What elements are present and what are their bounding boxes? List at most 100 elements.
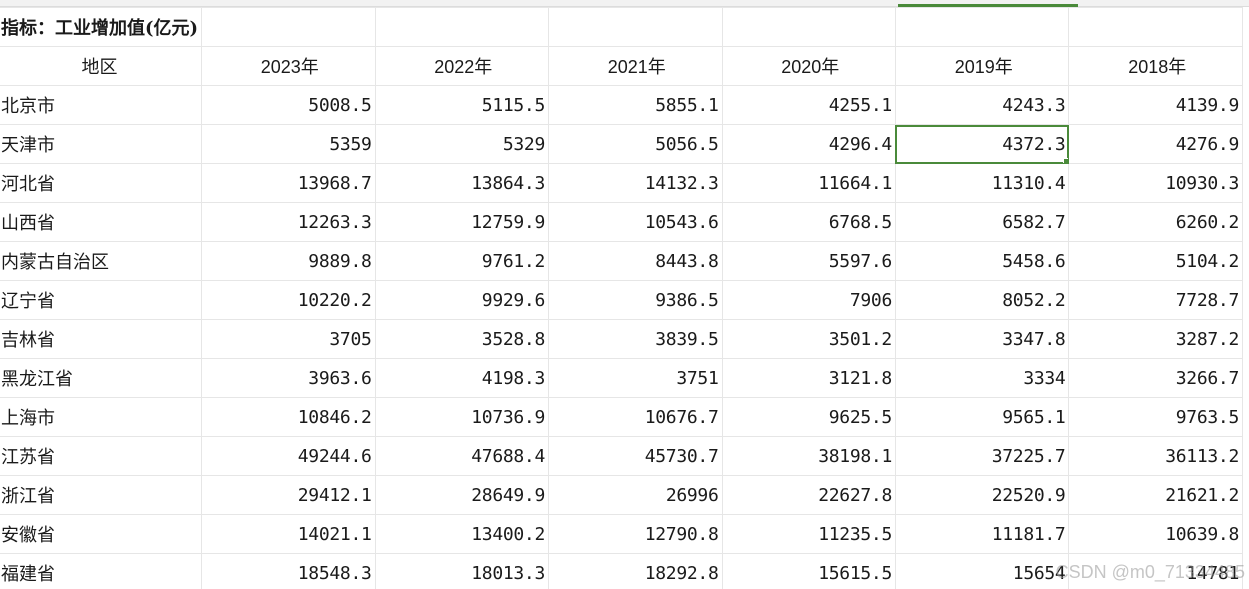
value-cell[interactable]: 3334 — [894, 358, 1070, 398]
value-cell[interactable]: 47688.4 — [374, 436, 550, 476]
value-cell[interactable]: 49244.6 — [201, 436, 376, 476]
value-cell[interactable]: 8052.2 — [894, 280, 1070, 320]
value-cell[interactable]: 36113.2 — [1068, 436, 1243, 476]
value-cell[interactable]: 13968.7 — [201, 163, 376, 203]
value-cell[interactable]: 18292.8 — [548, 553, 723, 589]
value-cell[interactable]: 9565.1 — [894, 397, 1070, 437]
value-cell[interactable]: 14132.3 — [548, 163, 723, 203]
value-cell[interactable]: 37225.7 — [894, 436, 1070, 476]
value-cell[interactable]: 9889.8 — [201, 241, 376, 281]
value-cell[interactable]: 5855.1 — [548, 85, 723, 125]
value-cell[interactable]: 28649.9 — [374, 475, 550, 515]
value-cell[interactable]: 3266.7 — [1068, 358, 1243, 398]
header-year-cell[interactable]: 2018年 — [1068, 46, 1243, 86]
header-year-cell[interactable]: 2021年 — [548, 46, 723, 86]
empty-cell[interactable] — [201, 7, 376, 47]
value-cell[interactable]: 4139.9 — [1068, 85, 1243, 125]
selected-cell[interactable]: 4372.3 — [894, 124, 1070, 164]
value-cell[interactable]: 15654 — [894, 553, 1070, 589]
header-year-cell[interactable]: 2019年 — [894, 46, 1070, 86]
value-cell[interactable]: 18548.3 — [201, 553, 376, 589]
value-cell[interactable]: 4276.9 — [1068, 124, 1243, 164]
value-cell[interactable]: 14021.1 — [201, 514, 376, 554]
value-cell[interactable]: 45730.7 — [548, 436, 723, 476]
value-cell[interactable]: 18013.3 — [374, 553, 550, 589]
region-cell[interactable]: 吉林省 — [0, 319, 203, 359]
value-cell[interactable]: 5458.6 — [894, 241, 1070, 281]
value-cell[interactable]: 11235.5 — [721, 514, 896, 554]
value-cell[interactable]: 7728.7 — [1068, 280, 1243, 320]
value-cell[interactable]: 6582.7 — [894, 202, 1070, 242]
value-cell[interactable]: 13864.3 — [374, 163, 550, 203]
header-year-cell[interactable]: 2020年 — [721, 46, 896, 86]
region-cell[interactable]: 北京市 — [0, 85, 203, 125]
empty-cell[interactable] — [894, 7, 1070, 47]
value-cell[interactable]: 3501.2 — [721, 319, 896, 359]
region-cell[interactable]: 河北省 — [0, 163, 203, 203]
value-cell[interactable]: 10736.9 — [374, 397, 550, 437]
fill-handle[interactable] — [1063, 158, 1068, 163]
region-cell[interactable]: 上海市 — [0, 397, 203, 437]
value-cell[interactable]: 5104.2 — [1068, 241, 1243, 281]
value-cell[interactable]: 13400.2 — [374, 514, 550, 554]
value-cell[interactable]: 10639.8 — [1068, 514, 1243, 554]
value-cell[interactable]: 22627.8 — [721, 475, 896, 515]
value-cell[interactable]: 5056.5 — [548, 124, 723, 164]
value-cell[interactable]: 5008.5 — [201, 85, 376, 125]
empty-cell[interactable] — [374, 7, 550, 47]
region-cell[interactable]: 辽宁省 — [0, 280, 203, 320]
value-cell[interactable]: 5597.6 — [721, 241, 896, 281]
region-cell[interactable]: 江苏省 — [0, 436, 203, 476]
value-cell[interactable]: 14781 — [1068, 553, 1243, 589]
value-cell[interactable]: 9761.2 — [374, 241, 550, 281]
header-year-cell[interactable]: 2022年 — [374, 46, 550, 86]
region-cell[interactable]: 福建省 — [0, 553, 203, 589]
value-cell[interactable]: 11664.1 — [721, 163, 896, 203]
header-year-cell[interactable]: 2023年 — [201, 46, 376, 86]
value-cell[interactable]: 10220.2 — [201, 280, 376, 320]
value-cell[interactable]: 3705 — [201, 319, 376, 359]
value-cell[interactable]: 3287.2 — [1068, 319, 1243, 359]
value-cell[interactable]: 15615.5 — [721, 553, 896, 589]
value-cell[interactable]: 4198.3 — [374, 358, 550, 398]
value-cell[interactable]: 3751 — [548, 358, 723, 398]
value-cell[interactable]: 3963.6 — [201, 358, 376, 398]
value-cell[interactable]: 4296.4 — [721, 124, 896, 164]
value-cell[interactable]: 3347.8 — [894, 319, 1070, 359]
value-cell[interactable]: 12759.9 — [374, 202, 550, 242]
value-cell[interactable]: 3121.8 — [721, 358, 896, 398]
value-cell[interactable]: 9625.5 — [721, 397, 896, 437]
value-cell[interactable]: 38198.1 — [721, 436, 896, 476]
value-cell[interactable]: 10846.2 — [201, 397, 376, 437]
value-cell[interactable]: 5115.5 — [374, 85, 550, 125]
value-cell[interactable]: 10676.7 — [548, 397, 723, 437]
value-cell[interactable]: 6768.5 — [721, 202, 896, 242]
value-cell[interactable]: 12790.8 — [548, 514, 723, 554]
value-cell[interactable]: 3839.5 — [548, 319, 723, 359]
value-cell[interactable]: 29412.1 — [201, 475, 376, 515]
header-region-cell[interactable]: 地区 — [0, 46, 203, 86]
value-cell[interactable]: 21621.2 — [1068, 475, 1243, 515]
value-cell[interactable]: 3528.8 — [374, 319, 550, 359]
region-cell[interactable]: 浙江省 — [0, 475, 203, 515]
value-cell[interactable]: 4243.3 — [894, 85, 1070, 125]
region-cell[interactable]: 黑龙江省 — [0, 358, 203, 398]
empty-cell[interactable] — [721, 7, 896, 47]
value-cell[interactable]: 6260.2 — [1068, 202, 1243, 242]
region-cell[interactable]: 山西省 — [0, 202, 203, 242]
value-cell[interactable]: 8443.8 — [548, 241, 723, 281]
value-cell[interactable]: 5359 — [201, 124, 376, 164]
empty-cell[interactable] — [1068, 7, 1243, 47]
value-cell[interactable]: 7906 — [721, 280, 896, 320]
region-cell[interactable]: 内蒙古自治区 — [0, 241, 203, 281]
value-cell[interactable]: 12263.3 — [201, 202, 376, 242]
value-cell[interactable]: 22520.9 — [894, 475, 1070, 515]
value-cell[interactable]: 4255.1 — [721, 85, 896, 125]
value-cell[interactable]: 10543.6 — [548, 202, 723, 242]
value-cell[interactable]: 11181.7 — [894, 514, 1070, 554]
value-cell[interactable]: 9763.5 — [1068, 397, 1243, 437]
region-cell[interactable]: 安徽省 — [0, 514, 203, 554]
empty-cell[interactable] — [548, 7, 723, 47]
value-cell[interactable]: 26996 — [548, 475, 723, 515]
value-cell[interactable]: 9386.5 — [548, 280, 723, 320]
